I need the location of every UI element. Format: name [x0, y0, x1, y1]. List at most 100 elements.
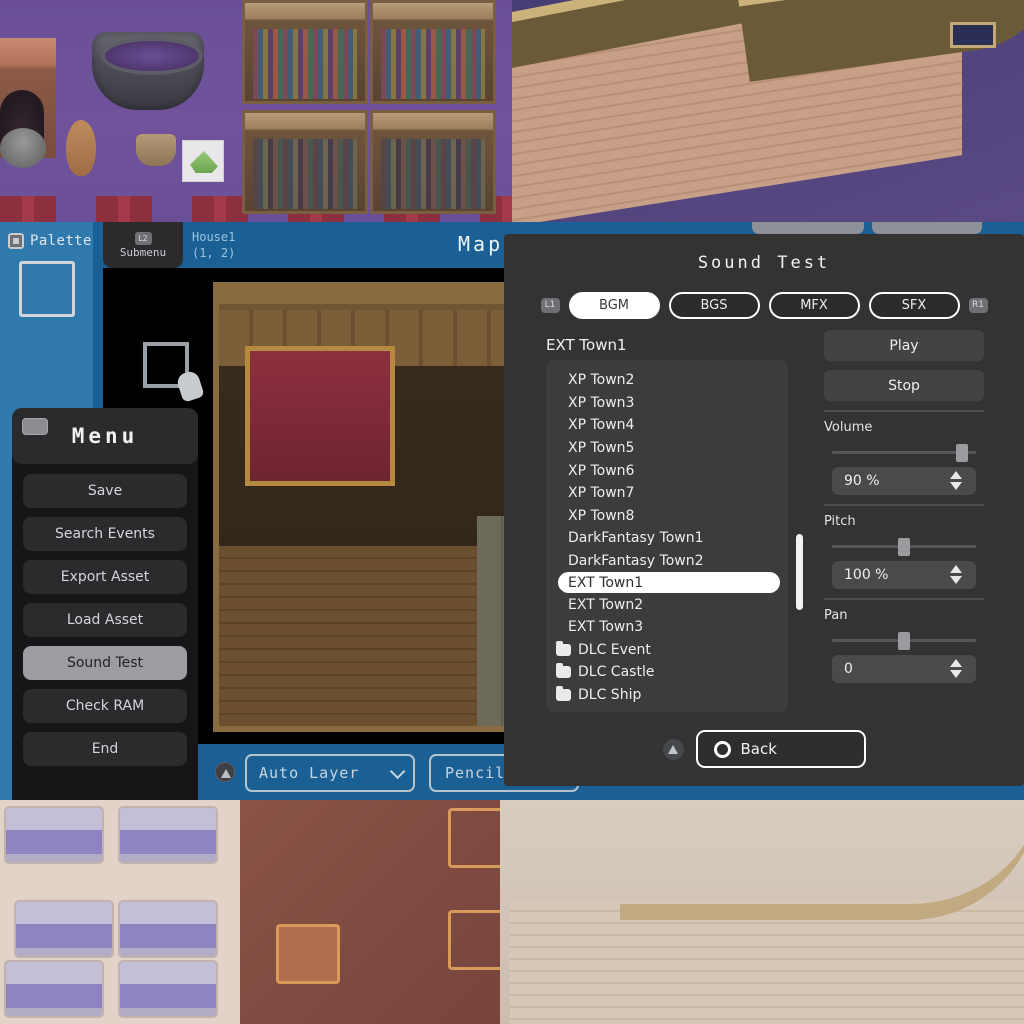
divider [824, 410, 984, 412]
list-item[interactable]: XP Town2 [546, 369, 788, 392]
millstone-tile [0, 128, 46, 168]
divider [824, 598, 984, 600]
map-rug [245, 346, 395, 486]
submenu-button[interactable]: L2 Submenu [103, 222, 183, 268]
pan-stepper[interactable]: 0 [832, 655, 976, 683]
triangle-button-icon [215, 762, 235, 782]
list-scrollbar-thumb[interactable] [796, 534, 803, 610]
play-button[interactable]: Play [824, 330, 984, 361]
bookshelf-tile [370, 110, 496, 214]
list-item[interactable]: XP Town5 [546, 437, 788, 460]
folder-icon [556, 644, 571, 656]
r1-badge: R1 [969, 298, 988, 313]
map-title: Map [458, 232, 503, 256]
list-item[interactable]: EXT Town2 [546, 593, 788, 616]
dialog-footer: Back [504, 730, 1024, 768]
map-info: House1 (1, 2) [192, 229, 235, 261]
porthole-tile [950, 22, 996, 48]
list-item[interactable]: XP Town6 [546, 459, 788, 482]
menu-header: Menu [12, 408, 198, 464]
pitch-slider-knob[interactable] [898, 538, 910, 556]
palette-label: Palette [30, 233, 92, 249]
list-item[interactable]: XP Town4 [546, 414, 788, 437]
volume-value: 90 % [844, 473, 880, 489]
back-label: Back [741, 740, 777, 758]
pitch-stepper[interactable]: 100 % [832, 561, 976, 589]
menu-item-check-ram[interactable]: Check RAM [23, 689, 187, 723]
chevron-down-icon [390, 763, 406, 779]
tileset-interior-room [0, 0, 512, 222]
touchpad-icon [22, 418, 48, 435]
menu-item-search-events[interactable]: Search Events [23, 517, 187, 551]
pan-label: Pan [824, 608, 984, 623]
back-button[interactable]: Back [696, 730, 866, 768]
palette-header: Palette [0, 222, 93, 249]
tab-mfx[interactable]: MFX [769, 292, 860, 319]
tab-bgm[interactable]: BGM [569, 292, 660, 319]
list-item-folder[interactable]: DLC Castle [546, 661, 788, 684]
volume-slider[interactable] [832, 441, 976, 463]
tab-bgs[interactable]: BGS [669, 292, 760, 319]
pan-value: 0 [844, 661, 853, 677]
sound-test-dialog: Sound Test L1 BGM BGS MFX SFX R1 EXT Tow… [504, 234, 1024, 786]
menu-item-save[interactable]: Save [23, 474, 187, 508]
bookshelf-tile [242, 0, 368, 104]
list-item[interactable]: EXT Town3 [546, 616, 788, 639]
folder-label: DLC Castle [578, 664, 654, 680]
circle-button-icon [714, 741, 731, 758]
palette-swatch[interactable] [19, 261, 75, 317]
stepper-arrows-icon[interactable] [950, 565, 962, 584]
cauldron-tile [92, 32, 204, 110]
menu-item-export-asset[interactable]: Export Asset [23, 560, 187, 594]
folder-icon [556, 666, 571, 678]
pitch-slider[interactable] [832, 535, 976, 557]
stepper-arrows-icon[interactable] [950, 659, 962, 678]
playback-controls: Play Stop Volume 90 % Pitch 100 % [824, 330, 984, 683]
list-item-folder[interactable]: DLC Event [546, 639, 788, 662]
volume-stepper[interactable]: 90 % [832, 467, 976, 495]
list-item[interactable]: XP Town3 [546, 392, 788, 415]
pitch-value: 100 % [844, 567, 888, 583]
folder-icon [556, 689, 571, 701]
tileset-ship-hull [512, 0, 1024, 222]
volume-label: Volume [824, 420, 984, 435]
stepper-arrows-icon[interactable] [950, 471, 962, 490]
divider [824, 504, 984, 506]
track-list[interactable]: XP Town2 XP Town3 XP Town4 XP Town5 XP T… [546, 360, 788, 712]
layer-mode-label: Auto Layer [259, 764, 359, 782]
tab-sfx[interactable]: SFX [869, 292, 960, 319]
list-item[interactable]: DarkFantasy Town1 [546, 527, 788, 550]
folder-label: DLC Event [578, 642, 651, 658]
list-item[interactable]: DarkFantasy Town2 [546, 550, 788, 573]
pencil-tool-label: Pencil [445, 764, 505, 782]
menu-title: Menu [72, 424, 139, 448]
l1-badge: L1 [541, 298, 560, 313]
palette-icon [8, 233, 24, 249]
bookshelf-tile [370, 0, 496, 104]
submenu-label: Submenu [103, 246, 183, 259]
bookshelf-tile [242, 110, 368, 214]
mortar-tile [136, 134, 176, 166]
list-item-selected[interactable]: EXT Town1 [558, 572, 780, 593]
menu-item-sound-test[interactable]: Sound Test [23, 646, 187, 680]
pan-slider[interactable] [832, 629, 976, 651]
editor-tab-right[interactable] [872, 222, 982, 234]
map-name-label: House1 [192, 229, 235, 245]
menu-panel: Menu Save Search Events Export Asset Loa… [12, 408, 198, 800]
list-item[interactable]: XP Town8 [546, 505, 788, 528]
menu-item-load-asset[interactable]: Load Asset [23, 603, 187, 637]
triangle-button-icon [663, 739, 684, 760]
volume-slider-knob[interactable] [956, 444, 968, 462]
menu-item-end[interactable]: End [23, 732, 187, 766]
stop-button[interactable]: Stop [824, 370, 984, 401]
layer-mode-dropdown[interactable]: Auto Layer [245, 754, 415, 792]
folder-label: DLC Ship [578, 687, 641, 703]
now-playing-label: EXT Town1 [546, 336, 627, 354]
editor-tab-left[interactable] [752, 222, 864, 234]
sound-category-tabs: L1 BGM BGS MFX SFX R1 [504, 292, 1024, 319]
list-item-folder[interactable]: DLC Ship [546, 684, 788, 707]
pan-slider-knob[interactable] [898, 632, 910, 650]
list-item[interactable]: XP Town7 [546, 482, 788, 505]
map-coords-label: (1, 2) [192, 245, 235, 261]
tileset-bottom-strip [0, 800, 1024, 1024]
